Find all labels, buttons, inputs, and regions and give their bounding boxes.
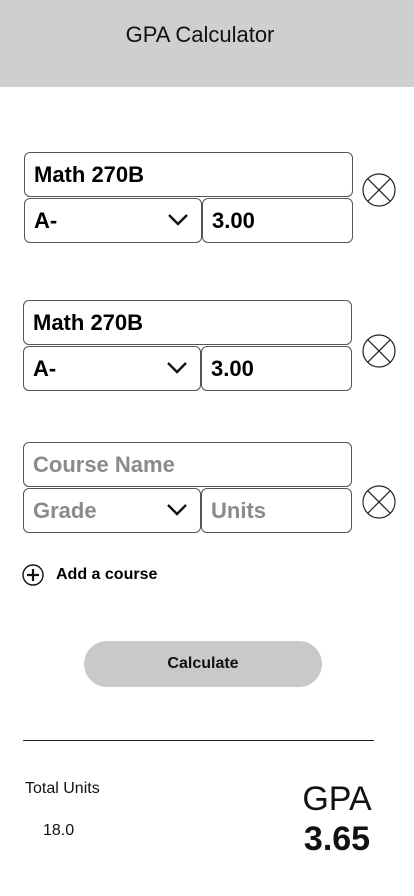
gpa-value: 3.65	[303, 820, 371, 858]
gpa-label: GPA	[302, 780, 372, 818]
total-units-value: 18.0	[43, 822, 75, 839]
grade-select[interactable]: A-	[24, 198, 202, 243]
units-input[interactable]: 3.00	[201, 346, 352, 391]
calculate-button[interactable]: Calculate	[84, 641, 322, 687]
chevron-down-icon	[167, 362, 187, 374]
circle-x-icon[interactable]	[362, 334, 396, 368]
course-name-input[interactable]: Course Name	[23, 442, 352, 487]
circle-x-icon[interactable]	[362, 173, 396, 207]
course-name-input[interactable]: Math 270B	[23, 300, 352, 345]
course-name-input[interactable]: Math 270B	[24, 152, 353, 197]
chevron-down-icon	[168, 214, 188, 226]
grade-select[interactable]: A-	[23, 346, 201, 391]
grade-select[interactable]: Grade	[23, 488, 201, 533]
units-input[interactable]: Units	[201, 488, 352, 533]
total-units-label: Total Units	[25, 780, 100, 797]
grade-select-placeholder: Grade	[33, 497, 97, 523]
chevron-down-icon	[167, 504, 187, 516]
app-header: GPA Calculator	[0, 0, 414, 87]
page-title: GPA Calculator	[125, 22, 275, 47]
add-course-button[interactable]: Add a course	[22, 562, 157, 588]
course-entry-1: Math 270B A- 3.00	[24, 152, 414, 247]
course-entry-2: Math 270B A- 3.00	[23, 300, 414, 395]
circle-plus-icon	[22, 564, 44, 586]
divider	[23, 740, 374, 741]
circle-x-icon[interactable]	[362, 485, 396, 519]
grade-select-value: A-	[34, 207, 58, 233]
course-entry-3: Course Name Grade Units	[23, 442, 414, 537]
grade-select-value: A-	[33, 355, 57, 381]
add-course-label: Add a course	[56, 566, 158, 583]
units-input[interactable]: 3.00	[202, 198, 353, 243]
